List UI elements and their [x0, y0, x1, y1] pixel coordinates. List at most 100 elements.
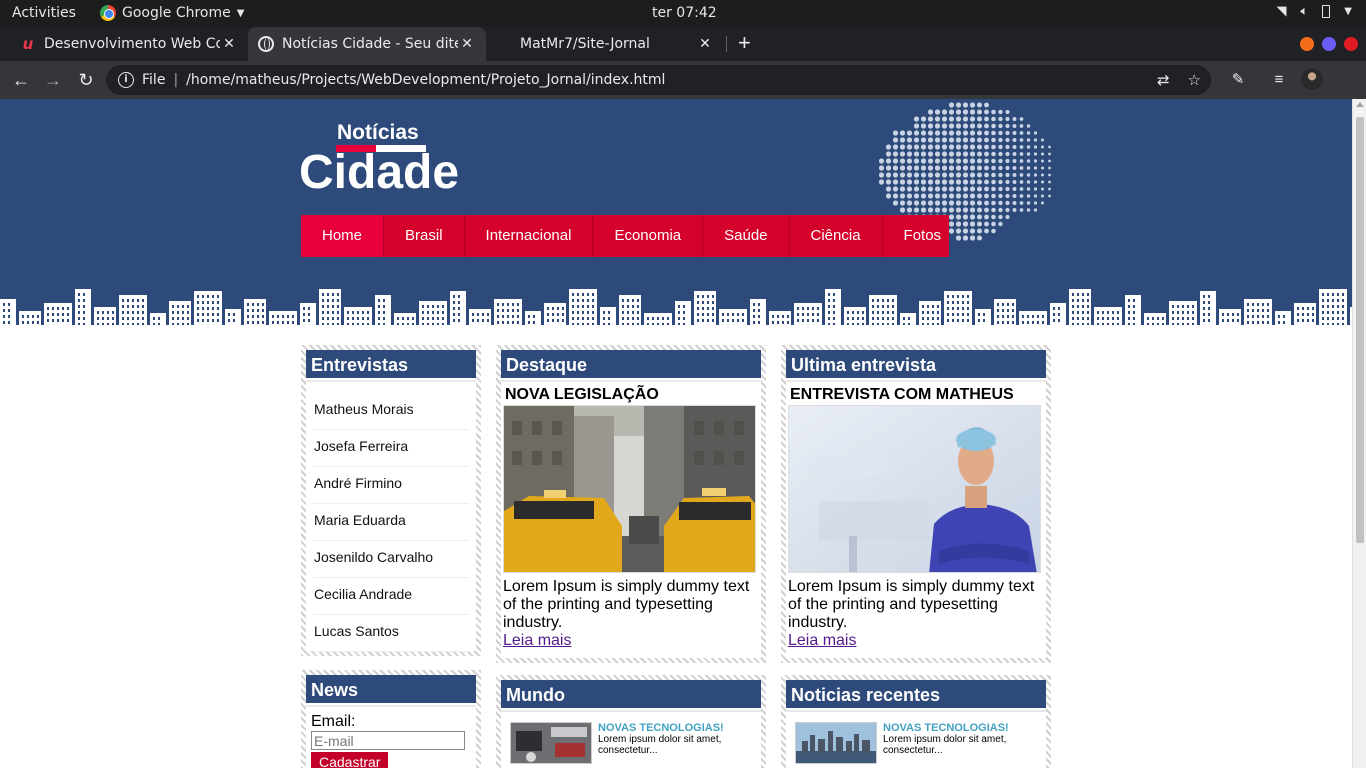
destaque-headline: NOVA LEGISLAÇÃO — [505, 386, 659, 403]
tab-separator — [726, 36, 727, 52]
close-icon[interactable]: ✕ — [696, 36, 714, 52]
tab-desenvolvimento-web[interactable]: u Desenvolvimento Web Completo ✕ — [10, 27, 248, 61]
close-icon[interactable]: ✕ — [458, 36, 476, 52]
list-item[interactable]: Matheus Morais — [313, 393, 469, 430]
scroll-up-arrow-icon[interactable] — [1356, 102, 1364, 107]
tab-noticias-cidade[interactable]: Notícias Cidade - Seu diteiro de notícia… — [248, 27, 486, 61]
city-thumbnail — [795, 722, 877, 764]
list-item[interactable]: Maria Eduarda — [313, 504, 469, 541]
volume-icon: 🔈︎ — [1300, 4, 1309, 19]
noticias-recentes-widget: Noticias recentes NOVAS TECNOLOGIAS! Lor… — [781, 675, 1051, 768]
app-menu[interactable]: Google Chrome ▼ — [100, 5, 244, 21]
list-item[interactable]: NOVAS TECNOLOGIAS! Lorem ipsum dolor sit… — [786, 710, 1046, 764]
back-button[interactable]: ← — [9, 68, 33, 92]
url-text[interactable]: /home/matheus/Projects/WebDevelopment/Pr… — [186, 72, 665, 88]
maximize-button[interactable] — [1322, 37, 1336, 51]
ultima-entrevista-widget: Ultima entrevista ENTREVISTA COM MATHEUS — [781, 345, 1051, 663]
list-item[interactable]: NOVAS TECNOLOGIAS! Lorem ipsum dolor sit… — [501, 710, 761, 764]
tab-title: Notícias Cidade - Seu diteiro de notícia… — [282, 36, 458, 52]
globe-icon — [258, 36, 274, 52]
entrevistas-title: Entrevistas — [306, 350, 476, 380]
nav-item-economia[interactable]: Economia — [593, 215, 704, 257]
extension-pen-icon[interactable]: ✎ — [1226, 68, 1250, 92]
email-field[interactable] — [311, 731, 465, 750]
clock[interactable]: ter 07:42 — [652, 5, 717, 21]
mundo-title: Mundo — [501, 680, 761, 710]
email-label: Email: — [311, 713, 356, 730]
reload-button[interactable]: ↻ — [74, 68, 98, 92]
media-queue-icon[interactable]: ≡ — [1267, 68, 1291, 92]
ultima-read-more-link[interactable]: Leia mais — [788, 632, 856, 650]
divider: | — [173, 72, 179, 88]
list-item[interactable]: Josefa Ferreira — [313, 430, 469, 467]
nav-item-home[interactable]: Home — [301, 215, 385, 257]
doctor-image[interactable] — [788, 405, 1041, 573]
destaque-read-more-link[interactable]: Leia mais — [503, 632, 571, 650]
destaque-text: Lorem Ipsum is simply dummy text of the … — [503, 578, 750, 631]
nav-item-brasil[interactable]: Brasil — [384, 215, 465, 257]
caret-down-icon: ▼ — [236, 7, 245, 19]
new-tab-button[interactable]: + — [738, 32, 751, 54]
list-item[interactable]: Josenildo Carvalho — [313, 541, 469, 578]
tech-thumbnail — [510, 722, 592, 764]
main-nav: Home Brasil Internacional Economia Saúde Ciên… — [301, 215, 949, 257]
nav-item-internacional[interactable]: Internacional — [465, 215, 594, 257]
udemy-icon: u — [22, 35, 34, 53]
tab-strip: u Desenvolvimento Web Completo ✕ Notícia… — [0, 27, 1366, 61]
taxi-street-image[interactable] — [503, 405, 756, 573]
list-item[interactable]: André Firmino — [313, 467, 469, 504]
scrollbar-thumb[interactable] — [1356, 117, 1364, 543]
forward-button[interactable]: → — [41, 68, 65, 92]
destaque-widget: Destaque NOVA LEGISLAÇÃO Lorem Ipsum is … — [496, 345, 766, 663]
address-bar[interactable]: i File | /home/matheus/Projects/WebDevel… — [106, 65, 1211, 95]
news-widget: News Email: Cadastrar — [301, 670, 481, 768]
system-tray[interactable]: ◥ 🔈︎ ▼ — [1276, 4, 1352, 19]
recentes-item-title[interactable]: NOVAS TECNOLOGIAS! — [883, 722, 1046, 734]
tab-title: Desenvolvimento Web Completo — [44, 36, 220, 52]
newsletter-form: Email: Cadastrar — [306, 705, 476, 768]
list-item[interactable]: Lucas Santos — [313, 615, 469, 652]
scheme-label: File — [142, 72, 166, 88]
battery-icon — [1322, 5, 1331, 18]
nav-item-ciencia[interactable]: Ciência — [790, 215, 883, 257]
mundo-widget: Mundo NOVAS TECNOLOGIAS! Lorem ipsum dol… — [496, 675, 766, 768]
system-top-bar: Activities Google Chrome ▼ ter 07:42 ◥ 🔈… — [0, 0, 1366, 27]
nav-item-fotos[interactable]: Fotos — [883, 215, 963, 257]
caret-down-icon: ▼ — [1344, 6, 1352, 17]
chrome-icon — [100, 5, 116, 21]
bookmark-star-icon[interactable]: ☆ — [1188, 71, 1201, 89]
news-title: News — [306, 675, 476, 705]
mundo-item-desc: Lorem ipsum dolor sit amet, consectetur.… — [598, 734, 722, 756]
app-name: Google Chrome — [122, 5, 231, 21]
close-window-button[interactable] — [1344, 37, 1358, 51]
window-controls — [1300, 37, 1358, 51]
close-icon[interactable]: ✕ — [220, 36, 238, 52]
ultima-headline: ENTREVISTA COM MATHEUS — [790, 386, 1014, 403]
site-header: Notícias Cidade Home Brasil Internacional E… — [0, 99, 1352, 329]
browser-toolbar: ← → ↻ i File | /home/matheus/Projects/We… — [0, 61, 1366, 99]
logo-cidade[interactable]: Cidade — [299, 149, 459, 197]
tab-site-jornal[interactable]: MatMr7/Site-Jornal ✕ — [486, 27, 724, 61]
cadastrar-button[interactable]: Cadastrar — [311, 751, 389, 768]
omnibox-actions: ⇄ ☆ — [1157, 71, 1201, 89]
nav-item-saude[interactable]: Saúde — [703, 215, 790, 257]
info-icon[interactable]: i — [118, 72, 134, 88]
entrevistas-widget: Entrevistas Matheus Morais Josefa Ferreir… — [301, 345, 481, 656]
ultima-text: Lorem Ipsum is simply dummy text of the … — [788, 578, 1035, 631]
tab-title: MatMr7/Site-Jornal — [520, 36, 650, 52]
activities-button[interactable]: Activities — [12, 5, 76, 21]
translate-icon[interactable]: ⇄ — [1157, 71, 1170, 89]
list-item[interactable]: Cecilia Andrade — [313, 578, 469, 615]
wifi-icon: ◥ — [1276, 4, 1287, 19]
logo-noticias[interactable]: Notícias — [337, 121, 419, 145]
recentes-title: Noticias recentes — [786, 680, 1046, 710]
ultima-title: Ultima entrevista — [786, 350, 1046, 380]
avatar[interactable] — [1301, 68, 1323, 90]
web-page: Notícias Cidade Home Brasil Internacional E… — [0, 99, 1352, 768]
destaque-title: Destaque — [501, 350, 761, 380]
page-scrollbar[interactable] — [1352, 99, 1366, 768]
mundo-item-title[interactable]: NOVAS TECNOLOGIAS! — [598, 722, 761, 734]
recentes-item-desc: Lorem ipsum dolor sit amet, consectetur.… — [883, 734, 1007, 756]
minimize-button[interactable] — [1300, 37, 1314, 51]
entrevistas-list: Matheus Morais Josefa Ferreira André Firmi… — [306, 380, 476, 652]
